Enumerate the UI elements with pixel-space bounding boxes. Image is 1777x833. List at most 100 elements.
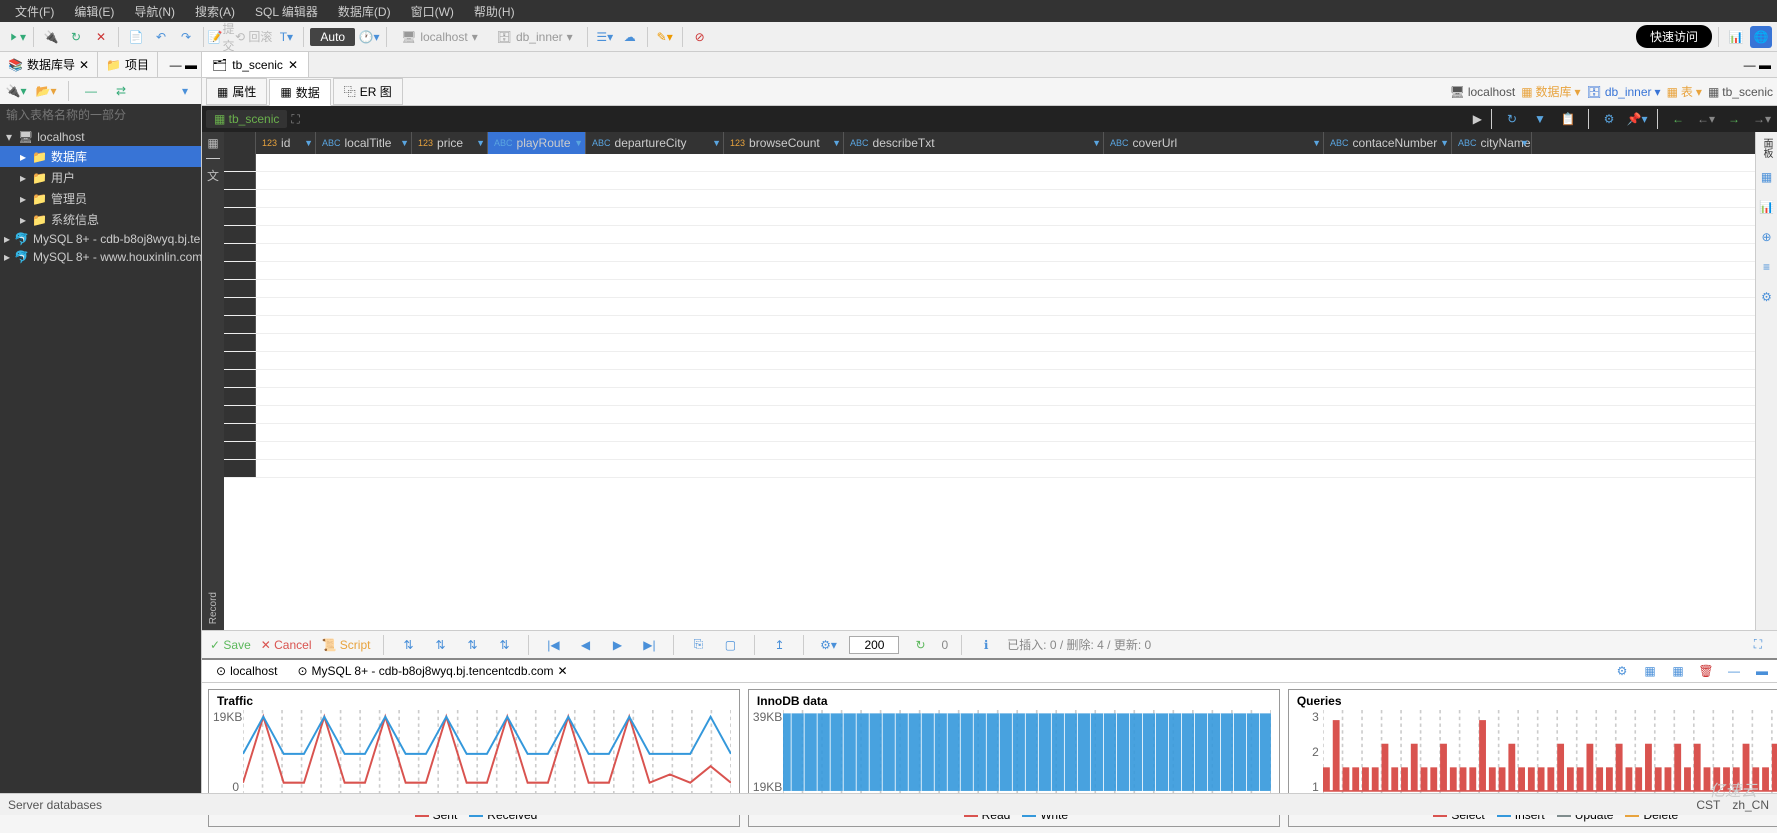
new-conn-icon[interactable]: 🔌▾ bbox=[5, 80, 27, 102]
col-departureCity[interactable]: ABC departureCity▼ bbox=[586, 132, 724, 154]
pin-icon[interactable]: 📌▾ bbox=[1626, 108, 1648, 130]
menu-window[interactable]: 窗口(W) bbox=[401, 3, 464, 20]
crumb-table[interactable]: ▦ tb_scenic bbox=[1708, 85, 1773, 99]
tree-node-数据库[interactable]: ▸📁 数据库 bbox=[0, 146, 201, 167]
next-page-icon[interactable]: ▶ bbox=[606, 634, 628, 656]
btab-localhost[interactable]: ⊙ localhost bbox=[206, 661, 287, 681]
b-max-icon[interactable]: ▬ bbox=[1751, 660, 1773, 682]
perspective2-icon[interactable]: 🌐 bbox=[1750, 26, 1772, 48]
open-folder-icon[interactable]: 📂▾ bbox=[35, 80, 57, 102]
grid-mode-icon[interactable]: ▦ bbox=[207, 136, 218, 150]
menu-edit[interactable]: 编辑(E) bbox=[64, 3, 124, 20]
expand-icon[interactable]: ⛶ bbox=[291, 112, 299, 127]
next-icon[interactable]: → bbox=[1723, 108, 1745, 130]
auto-commit-toggle[interactable]: Auto bbox=[310, 28, 355, 46]
more-icon[interactable]: ▾ bbox=[174, 80, 196, 102]
menu-file[interactable]: 文件(F) bbox=[5, 3, 64, 20]
dup-icon[interactable]: ⎘ bbox=[687, 634, 709, 656]
limit-input[interactable] bbox=[849, 636, 899, 654]
editor-tab-tbscenic[interactable]: 🗂 tb_scenic ✕ bbox=[202, 52, 309, 77]
prev2-icon[interactable]: ←▾ bbox=[1695, 108, 1717, 130]
b-settings-icon[interactable]: ⚙ bbox=[1611, 660, 1633, 682]
sql-editor-icon[interactable]: 📄 bbox=[125, 26, 147, 48]
refresh-count-icon[interactable]: ↻ bbox=[909, 634, 931, 656]
menu-help[interactable]: 帮助(H) bbox=[464, 3, 525, 20]
crumb-db[interactable]: ▦ 数据库 ▾ bbox=[1521, 83, 1580, 100]
settings-grid-icon[interactable]: ⚙ bbox=[1598, 108, 1620, 130]
prev-page-icon[interactable]: ◀ bbox=[574, 634, 596, 656]
bc-table[interactable]: ▦ tb_scenic bbox=[206, 110, 287, 128]
col-describeTxt[interactable]: ABC describeTxt▼ bbox=[844, 132, 1104, 154]
prev-icon[interactable]: ← bbox=[1667, 108, 1689, 130]
sort2-icon[interactable]: ⇅ bbox=[429, 634, 451, 656]
tree-node-系统信息[interactable]: ▸📁 系统信息 bbox=[0, 209, 201, 230]
new-connection-icon[interactable]: ▾ bbox=[5, 26, 27, 48]
p2-icon[interactable]: 📊 bbox=[1756, 196, 1777, 218]
p3-icon[interactable]: ⊕ bbox=[1756, 226, 1777, 248]
data-grid[interactable]: 123 id▼ABC localTitle▼123 price▼ABC play… bbox=[224, 132, 1755, 630]
sort1-icon[interactable]: ⇅ bbox=[397, 634, 419, 656]
sidebar-tab-project[interactable]: 📁 项目 bbox=[98, 52, 158, 77]
b-layout1-icon[interactable]: ▦ bbox=[1639, 660, 1661, 682]
collapse-icon[interactable]: — bbox=[80, 80, 102, 102]
quick-access-button[interactable]: 快速访问 bbox=[1636, 25, 1712, 48]
subtab-er[interactable]: ⿻ ER 图 bbox=[333, 78, 403, 105]
subtab-data[interactable]: ▦ 数据 bbox=[269, 79, 330, 106]
tree-search[interactable] bbox=[0, 104, 201, 126]
plug-icon[interactable]: 🔌 bbox=[40, 26, 62, 48]
first-page-icon[interactable]: |◀ bbox=[542, 634, 564, 656]
list-icon[interactable]: ☰▾ bbox=[594, 26, 616, 48]
editor-max-icon[interactable]: ▬ bbox=[1759, 58, 1771, 72]
sort4-icon[interactable]: ⇅ bbox=[493, 634, 515, 656]
info-icon[interactable]: ℹ bbox=[975, 634, 997, 656]
wand-icon[interactable]: ✎▾ bbox=[654, 26, 676, 48]
disconnect-icon[interactable]: ✕ bbox=[90, 26, 112, 48]
b-min-icon[interactable]: — bbox=[1723, 660, 1745, 682]
txn-mode-icon[interactable]: T▾ bbox=[275, 26, 297, 48]
search-input[interactable] bbox=[6, 108, 195, 122]
grid-settings-icon[interactable]: ⚙▾ bbox=[817, 634, 839, 656]
col-coverUrl[interactable]: ABC coverUrl▼ bbox=[1104, 132, 1324, 154]
tree-node-管理员[interactable]: ▸📁 管理员 bbox=[0, 188, 201, 209]
crumb-tables[interactable]: ▦ 表 ▾ bbox=[1667, 83, 1702, 100]
refresh-grid-icon[interactable]: ↻ bbox=[1501, 108, 1523, 130]
save-button[interactable]: ✓ Save bbox=[210, 638, 251, 652]
minimize-icon[interactable]: — bbox=[170, 58, 182, 72]
rollback-icon[interactable]: ⟲ 回滚 bbox=[235, 26, 272, 48]
add-row-icon[interactable]: 📋 bbox=[1557, 108, 1579, 130]
b-trash-icon[interactable]: 🗑 bbox=[1695, 660, 1717, 682]
close-btab-icon[interactable]: ✕ bbox=[558, 664, 568, 678]
cloud-icon[interactable]: ☁ bbox=[619, 26, 641, 48]
tree-node-MySQL 8+ - cdb-b8oj8wyq.bj.tenc[interactable]: ▸🐬 MySQL 8+ - cdb-b8oj8wyq.bj.tenc bbox=[0, 230, 201, 248]
subtab-props[interactable]: ▦ 属性 bbox=[206, 78, 267, 105]
box-icon[interactable]: ▢ bbox=[719, 634, 741, 656]
filter-icon[interactable]: ▼ bbox=[1529, 108, 1551, 130]
p5-icon[interactable]: ⚙ bbox=[1756, 286, 1777, 308]
maximize-grid-icon[interactable]: ⛶ bbox=[1747, 634, 1769, 656]
col-browseCount[interactable]: 123 browseCount▼ bbox=[724, 132, 844, 154]
last-page-icon[interactable]: ▶| bbox=[638, 634, 660, 656]
sort3-icon[interactable]: ⇅ bbox=[461, 634, 483, 656]
col-localTitle[interactable]: ABC localTitle▼ bbox=[316, 132, 412, 154]
col-price[interactable]: 123 price▼ bbox=[412, 132, 488, 154]
play-icon[interactable]: ▶ bbox=[1473, 112, 1482, 126]
close-side-icon[interactable]: ▬ bbox=[185, 58, 197, 72]
link-icon[interactable]: ⇄ bbox=[110, 80, 132, 102]
menu-nav[interactable]: 导航(N) bbox=[124, 3, 185, 20]
cancel-button[interactable]: ✕ Cancel bbox=[261, 638, 312, 652]
btab-mysql[interactable]: ⊙ MySQL 8+ - cdb-b8oj8wyq.bj.tencentcdb.… bbox=[287, 661, 577, 681]
menu-db[interactable]: 数据库(D) bbox=[328, 3, 401, 20]
col-contaceNumber[interactable]: ABC contaceNumber▼ bbox=[1324, 132, 1452, 154]
next2-icon[interactable]: →▾ bbox=[1751, 108, 1773, 130]
menu-sql[interactable]: SQL 编辑器 bbox=[245, 3, 328, 20]
commit-icon[interactable]: 📝 提交 bbox=[210, 26, 232, 48]
export-icon[interactable]: ↥ bbox=[768, 634, 790, 656]
stop-icon[interactable]: ⊘ bbox=[689, 26, 711, 48]
host-selector[interactable]: 🖥 localhost ▾ bbox=[393, 30, 486, 44]
history-icon[interactable]: 🕐▾ bbox=[358, 26, 380, 48]
p1-icon[interactable]: ▦ bbox=[1756, 166, 1777, 188]
sql-rollback-icon[interactable]: ↶ bbox=[150, 26, 172, 48]
col-id[interactable]: 123 id▼ bbox=[256, 132, 316, 154]
tree-node-localhost[interactable]: ▾🖥 localhost bbox=[0, 128, 201, 146]
crumb-host[interactable]: 🖥 localhost bbox=[1450, 85, 1516, 99]
